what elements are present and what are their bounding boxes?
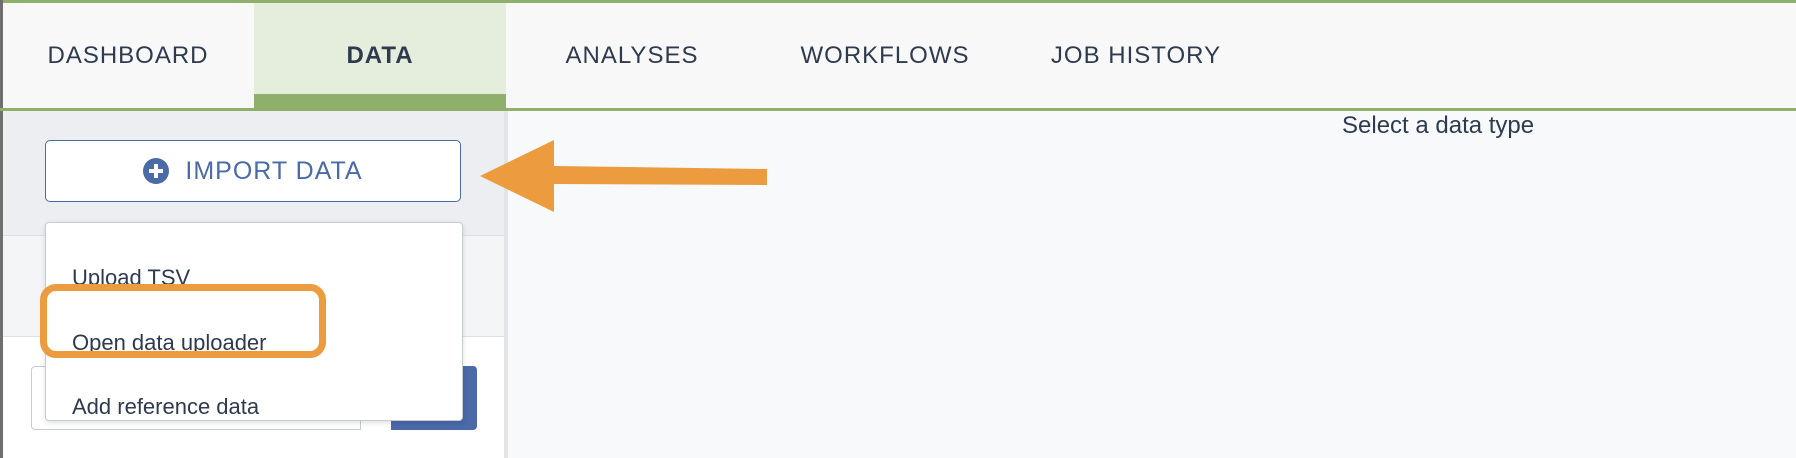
- menu-item-open-data-uploader[interactable]: Open data uploader: [72, 323, 267, 363]
- plus-circle-icon: [143, 158, 170, 184]
- tab-dashboard[interactable]: DASHBOARD: [3, 3, 253, 108]
- app-page: DASHBOARD DATA ANALYSES WORKFLOWS JOB HI…: [0, 0, 1796, 458]
- menu-item-upload-tsv[interactable]: Upload TSV: [72, 258, 190, 298]
- import-dropdown-menu: Upload TSV Open data uploader Add refere…: [45, 222, 463, 421]
- tab-data[interactable]: DATA: [254, 3, 506, 108]
- main-hint-text: Select a data type: [1342, 112, 1535, 139]
- menu-item-add-reference-data[interactable]: Add reference data: [72, 387, 259, 427]
- tab-job-history[interactable]: JOB HISTORY: [1040, 3, 1232, 108]
- tab-analyses[interactable]: ANALYSES: [530, 3, 734, 108]
- import-data-label: IMPORT DATA: [185, 156, 363, 185]
- tab-workflows[interactable]: WORKFLOWS: [784, 3, 986, 108]
- left-arrow-icon: [480, 140, 767, 212]
- import-data-button[interactable]: IMPORT DATA: [45, 140, 461, 202]
